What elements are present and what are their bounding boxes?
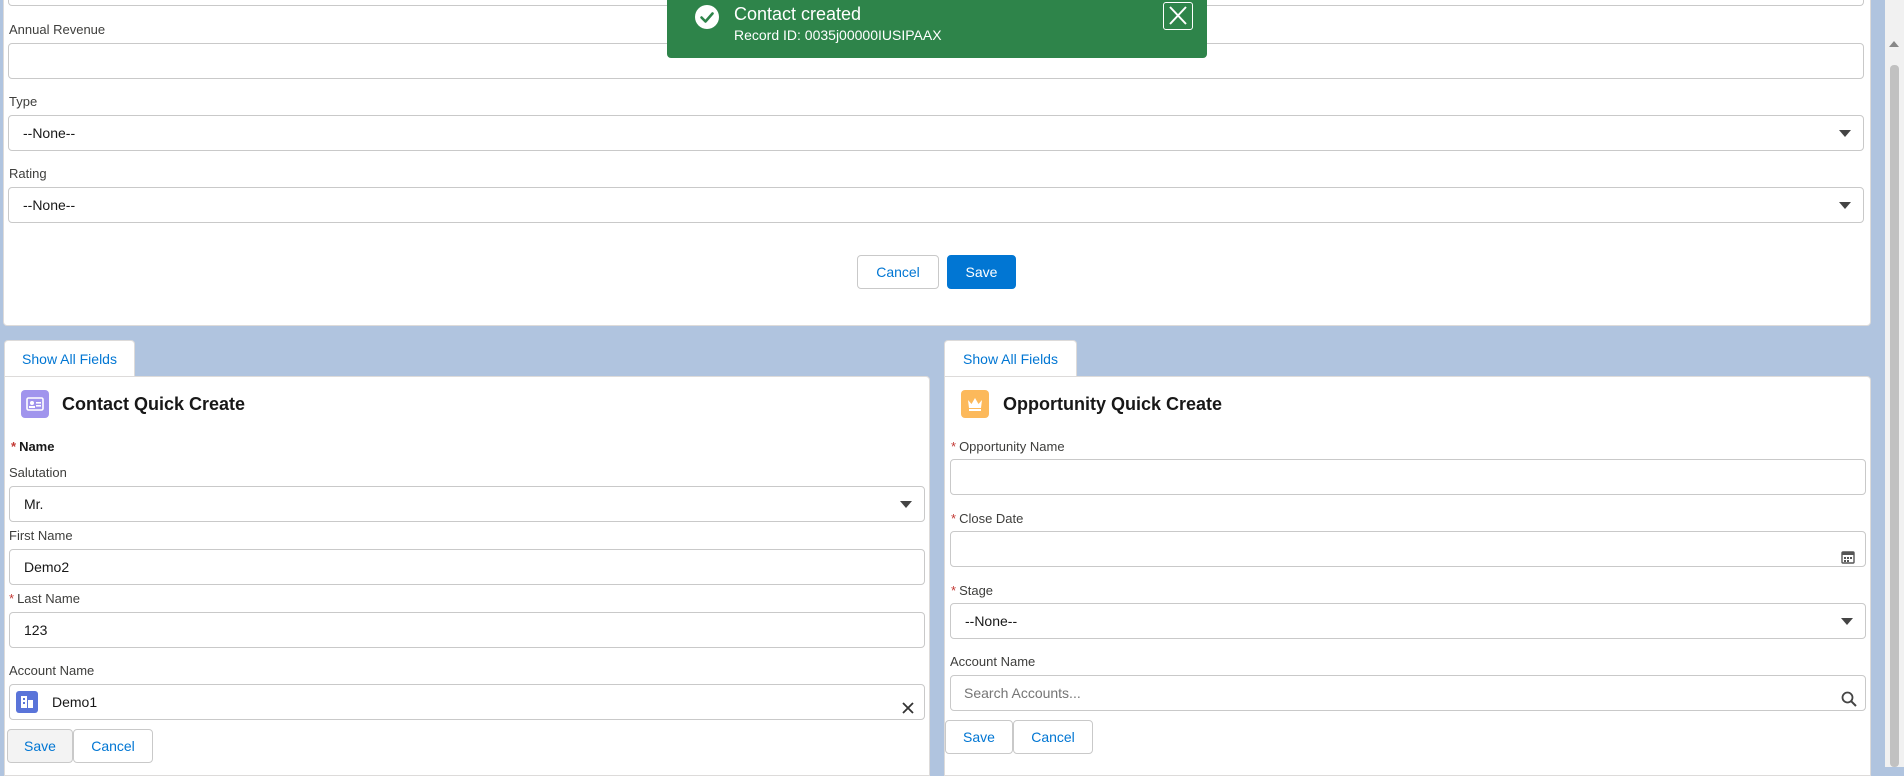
contact-cancel-button[interactable]: Cancel: [73, 729, 153, 763]
scrollbar-thumb[interactable]: [1890, 65, 1899, 767]
type-select-value: --None--: [23, 125, 76, 141]
opportunity-card-title: Opportunity Quick Create: [1003, 394, 1223, 414]
account-search-field[interactable]: [950, 675, 1866, 711]
account-cancel-button[interactable]: Cancel: [857, 255, 939, 289]
opportunity-cancel-button[interactable]: Cancel: [1013, 720, 1093, 754]
close-date-label-text: Close Date: [959, 511, 1024, 526]
close-date-label: * Close Date: [951, 511, 1023, 526]
rating-select-value: --None--: [23, 197, 76, 213]
stage-label-text: Stage: [959, 583, 994, 598]
first-name-input[interactable]: Demo2: [9, 549, 925, 585]
type-select[interactable]: --None--: [8, 115, 1864, 151]
annual-revenue-label: Annual Revenue: [9, 22, 106, 37]
contact-account-lookup[interactable]: Demo1: [9, 684, 925, 720]
success-toast: Contact created Record ID: 0035j00000IUS…: [667, 0, 1207, 58]
last-name-input[interactable]: 123: [9, 612, 925, 648]
first-name-label: First Name: [9, 528, 73, 543]
name-label-text: Name: [19, 439, 55, 454]
chevron-down-icon: [1839, 202, 1851, 209]
required-asterisk: *: [9, 591, 15, 606]
search-icon: [1841, 685, 1857, 707]
stage-select-value: --None--: [965, 613, 1018, 629]
contact-card-icon: [21, 390, 49, 418]
opportunity-save-button[interactable]: Save: [945, 720, 1013, 754]
chevron-down-icon: [1841, 618, 1853, 625]
opportunity-quick-create-card: Opportunity Quick Create * Opportunity Na…: [944, 376, 1871, 776]
contact-show-all-fields-button[interactable]: Show All Fields: [4, 340, 135, 376]
account-save-button[interactable]: Save: [947, 255, 1016, 289]
close-icon[interactable]: [1163, 2, 1193, 30]
contact-quick-create-card: Contact Quick Create * Name Salutation Mr…: [4, 376, 930, 776]
opportunity-name-input[interactable]: [950, 459, 1866, 495]
scroll-up-arrow-icon[interactable]: [1889, 41, 1899, 47]
account-record-icon: [16, 691, 38, 713]
rating-label: Rating: [9, 166, 47, 181]
last-name-label: * Last Name: [9, 591, 80, 606]
required-asterisk: *: [11, 439, 17, 454]
required-asterisk: *: [951, 439, 957, 454]
name-section-label: * Name: [11, 439, 54, 454]
opportunity-name-label-text: Opportunity Name: [959, 439, 1065, 454]
calendar-icon[interactable]: [1841, 542, 1855, 564]
opportunity-name-label: * Opportunity Name: [951, 439, 1065, 454]
required-asterisk: *: [951, 511, 957, 526]
toast-title: Contact created: [734, 4, 862, 24]
chevron-down-icon: [1839, 130, 1851, 137]
opportunity-show-all-fields-button[interactable]: Show All Fields: [944, 340, 1077, 376]
contact-card-title: Contact Quick Create: [62, 394, 246, 414]
close-date-input[interactable]: [950, 531, 1866, 567]
contact-save-button[interactable]: Save: [7, 729, 73, 763]
stage-label: * Stage: [951, 583, 993, 598]
toast-message: Record ID: 0035j00000IUSIPAAX: [734, 27, 942, 43]
chevron-down-icon: [900, 501, 912, 508]
opportunity-crown-icon: [961, 390, 989, 418]
required-asterisk: *: [951, 583, 957, 598]
opportunity-account-name-label: Account Name: [950, 654, 1036, 669]
last-name-label-text: Last Name: [17, 591, 80, 606]
contact-account-value: Demo1: [52, 694, 98, 710]
rating-select[interactable]: --None--: [8, 187, 1864, 223]
stage-select[interactable]: --None--: [950, 603, 1866, 639]
salutation-label: Salutation: [9, 465, 67, 480]
success-check-icon: [695, 5, 719, 29]
salutation-select-value: Mr.: [24, 496, 44, 512]
contact-account-name-label: Account Name: [9, 663, 95, 678]
salutation-select[interactable]: Mr.: [9, 486, 925, 522]
clear-selection-icon[interactable]: [900, 694, 916, 714]
type-label: Type: [9, 94, 38, 109]
account-search-input[interactable]: [951, 676, 1826, 710]
